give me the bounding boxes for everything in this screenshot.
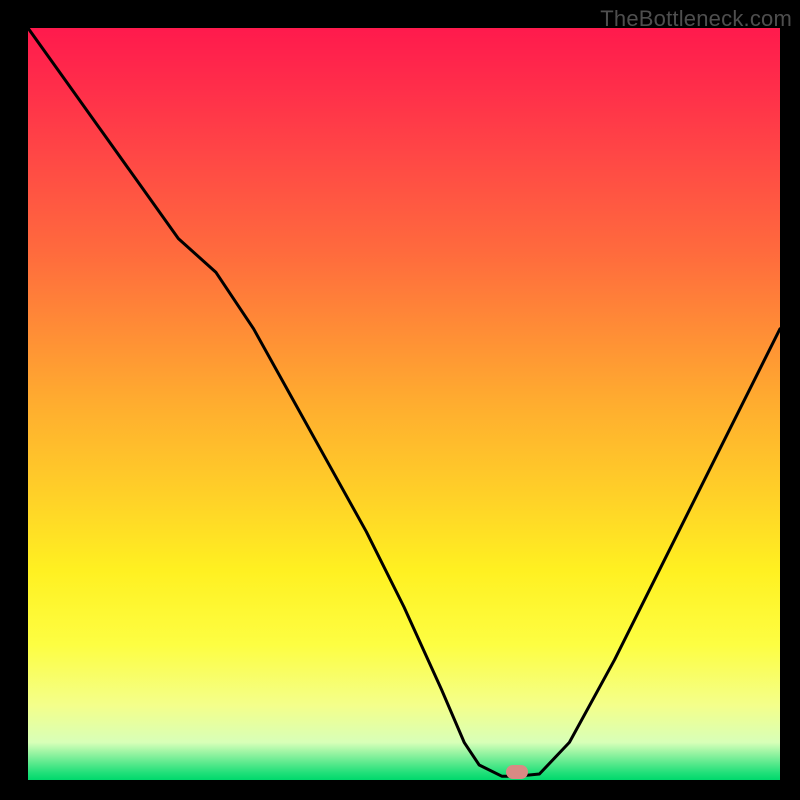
- watermark-text: TheBottleneck.com: [600, 6, 792, 32]
- chart-svg: [28, 28, 780, 780]
- chart-frame: TheBottleneck.com: [0, 0, 800, 800]
- result-marker: [506, 765, 528, 779]
- plot-area: [28, 28, 780, 780]
- bottleneck-curve: [28, 28, 780, 776]
